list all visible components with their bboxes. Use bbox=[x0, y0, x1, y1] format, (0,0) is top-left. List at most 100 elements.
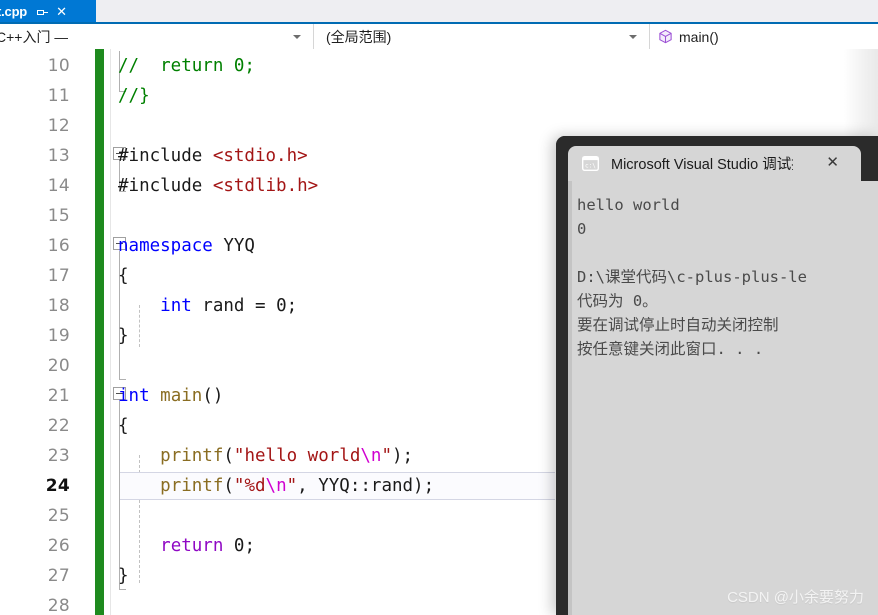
code-text: { bbox=[118, 266, 129, 286]
code-token: { bbox=[118, 266, 129, 286]
close-icon[interactable]: ✕ bbox=[56, 5, 67, 18]
code-token: ; bbox=[244, 536, 256, 556]
console-title-bar[interactable]: c:\ Microsoft Visual Studio 调试控 ✕ bbox=[556, 136, 878, 181]
code-token: ); bbox=[391, 446, 414, 466]
code-token: ( bbox=[223, 446, 234, 466]
code-token: "%d bbox=[233, 476, 266, 496]
code-line-11[interactable]: 11 //} bbox=[0, 81, 878, 111]
code-text: printf("hello world\n"); bbox=[118, 446, 413, 466]
line-number: 16 bbox=[47, 236, 70, 256]
member-value: main() bbox=[679, 28, 719, 45]
code-token: namespace bbox=[118, 236, 213, 256]
console-output-text: hello world 0 D:\课堂代码\c-plus-plus-le 代码为… bbox=[577, 196, 807, 358]
code-text: } bbox=[118, 566, 129, 586]
navigation-bar: C++入门 — (全局范围) main() bbox=[0, 22, 878, 49]
code-token: "hello world bbox=[233, 446, 361, 466]
code-text: return 0; bbox=[118, 536, 255, 556]
console-tab[interactable]: c:\ Microsoft Visual Studio 调试控 ✕ bbox=[568, 146, 861, 181]
code-token: \n bbox=[265, 476, 287, 496]
line-number: 25 bbox=[47, 506, 70, 526]
code-token: main bbox=[160, 386, 203, 406]
code-token: #include bbox=[118, 146, 213, 166]
code-token: () bbox=[202, 386, 224, 406]
code-line-10[interactable]: 10 // return 0; bbox=[0, 51, 878, 81]
document-tab-label: t.cpp bbox=[0, 3, 28, 19]
code-text: #include <stdlib.h> bbox=[118, 176, 318, 196]
code-token: YYQ bbox=[212, 236, 255, 256]
debug-console-window[interactable]: c:\ Microsoft Visual Studio 调试控 ✕ hello … bbox=[556, 136, 878, 615]
console-left-edge bbox=[568, 181, 572, 615]
line-number: 28 bbox=[47, 596, 70, 615]
code-text: } bbox=[118, 326, 129, 346]
code-token: } bbox=[118, 326, 129, 346]
code-token: return bbox=[160, 536, 224, 556]
code-text: // return 0; bbox=[118, 56, 255, 76]
code-token: //} bbox=[118, 86, 150, 106]
code-token: // return 0; bbox=[118, 56, 255, 76]
code-token: " bbox=[286, 476, 298, 496]
console-title-text: Microsoft Visual Studio 调试控 bbox=[611, 157, 793, 173]
code-token: #include bbox=[118, 176, 213, 196]
code-text: int main() bbox=[118, 386, 223, 406]
line-number: 20 bbox=[47, 356, 70, 376]
code-token: int bbox=[160, 296, 192, 316]
line-number: 12 bbox=[47, 116, 70, 136]
code-token: ; bbox=[286, 296, 298, 316]
line-number: 26 bbox=[47, 536, 70, 556]
console-output-area[interactable]: hello world 0 D:\课堂代码\c-plus-plus-le 代码为… bbox=[568, 181, 878, 615]
member-dropdown[interactable]: main() bbox=[650, 24, 878, 49]
document-tab-strip: t.cpp ✕ bbox=[0, 0, 878, 22]
code-token: , YYQ::rand); bbox=[297, 476, 435, 496]
chevron-down-icon[interactable] bbox=[629, 35, 637, 39]
line-number: 13 bbox=[47, 146, 70, 166]
line-number: 15 bbox=[47, 206, 70, 226]
code-text: //} bbox=[118, 86, 150, 106]
code-token: 0 bbox=[233, 536, 245, 556]
code-token: { bbox=[118, 416, 129, 436]
code-token: 0 bbox=[276, 296, 287, 316]
code-token: \n bbox=[360, 446, 382, 466]
line-number: 21 bbox=[47, 386, 70, 406]
project-scope-dropdown[interactable]: C++入门 — bbox=[0, 24, 314, 49]
line-number: 14 bbox=[47, 176, 70, 196]
code-token: printf bbox=[160, 446, 224, 466]
close-icon[interactable]: ✕ bbox=[826, 155, 839, 170]
document-tab-t-cpp[interactable]: t.cpp ✕ bbox=[0, 0, 96, 22]
cmd-prompt-icon: c:\ bbox=[582, 156, 599, 171]
code-token: <stdio.h> bbox=[212, 146, 308, 166]
line-number: 23 bbox=[47, 446, 70, 466]
code-token: int bbox=[118, 386, 150, 406]
visual-studio-window: t.cpp ✕ C++入门 — (全局范围) main() 10 // retu… bbox=[0, 0, 878, 615]
line-number: 18 bbox=[47, 296, 70, 316]
code-text: { bbox=[118, 416, 129, 436]
code-token: " bbox=[381, 446, 392, 466]
line-number: 22 bbox=[47, 416, 70, 436]
line-number: 24 bbox=[45, 476, 70, 496]
line-number: 27 bbox=[47, 566, 70, 586]
code-text: printf("%d\n", YYQ::rand); bbox=[118, 476, 434, 496]
code-token: ( bbox=[223, 476, 234, 496]
code-token: printf bbox=[160, 476, 224, 496]
global-scope-value: (全局范围) bbox=[326, 28, 392, 45]
pin-icon[interactable] bbox=[36, 6, 49, 17]
line-number: 10 bbox=[47, 56, 70, 76]
svg-text:c:\: c:\ bbox=[585, 163, 596, 170]
line-number: 11 bbox=[47, 86, 70, 106]
code-text: namespace YYQ bbox=[118, 236, 255, 256]
code-token: <stdlib.h> bbox=[212, 176, 319, 196]
code-text: #include <stdio.h> bbox=[118, 146, 308, 166]
chevron-down-icon[interactable] bbox=[293, 35, 301, 39]
project-scope-value: C++入门 — bbox=[0, 28, 69, 45]
code-token: } bbox=[118, 566, 129, 586]
line-number: 19 bbox=[47, 326, 70, 346]
code-text: int rand = 0; bbox=[118, 296, 297, 316]
global-scope-dropdown[interactable]: (全局范围) bbox=[314, 24, 650, 49]
method-cube-icon bbox=[659, 29, 672, 44]
line-number: 17 bbox=[47, 266, 70, 286]
